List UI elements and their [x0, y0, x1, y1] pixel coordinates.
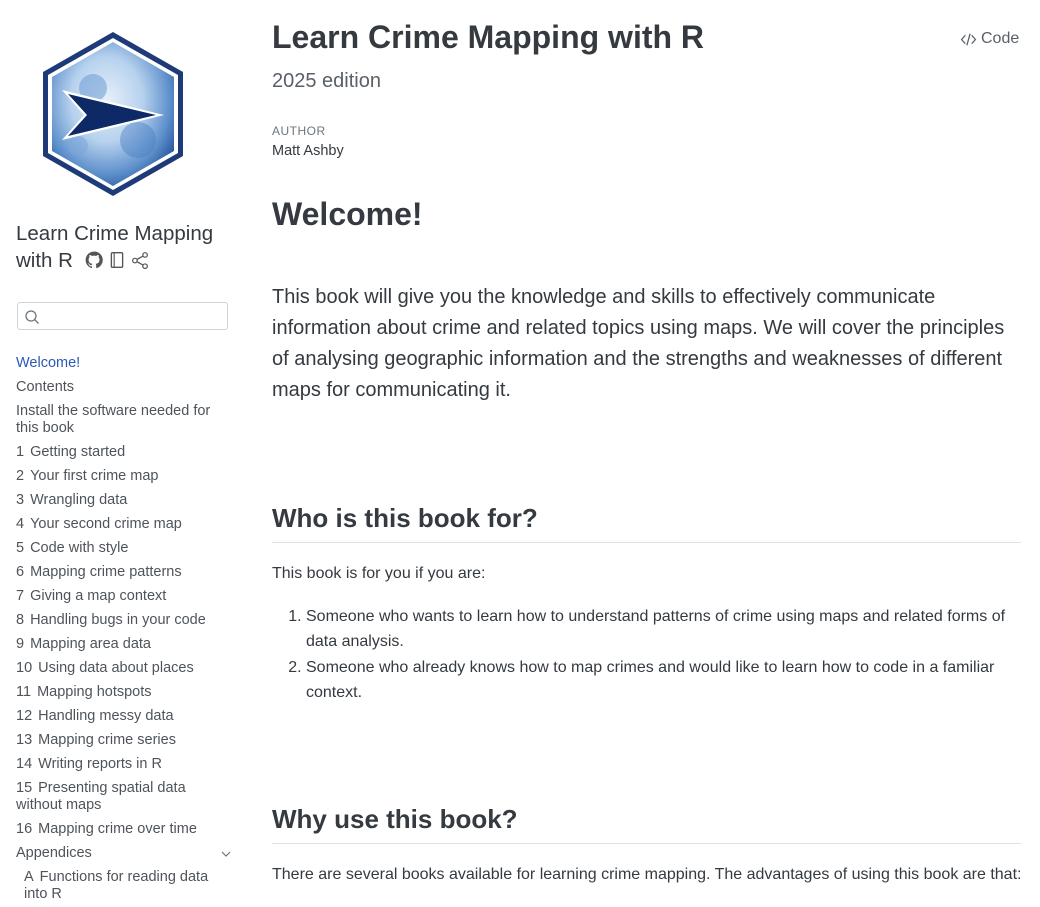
sidebar-item-number: 1	[16, 444, 25, 460]
github-icon[interactable]	[85, 251, 103, 269]
sidebar-item[interactable]: 12 Handling messy data	[16, 705, 234, 729]
lead-paragraph: This book will give you the knowledge an…	[272, 286, 1005, 401]
author-label: AUTHOR	[272, 124, 326, 138]
sidebar-item-label: Install the software needed for this boo…	[16, 403, 211, 436]
who-intro: This book is for you if you are:	[272, 565, 486, 582]
sidebar-item-number: A	[24, 869, 34, 885]
author-name: Matt Ashby	[272, 143, 344, 159]
sidebar-item-number: 3	[16, 492, 25, 508]
sidebar-item-label: Mapping crime patterns	[30, 564, 182, 580]
sidebar-item-number: 5	[16, 540, 25, 556]
who-heading[interactable]: Who is this book for?	[272, 503, 1021, 543]
sidebar-item-label: Your first crime map	[30, 468, 159, 484]
page-title: Learn Crime Mapping with R	[272, 19, 705, 55]
sidebar-item[interactable]: 11 Mapping hotspots	[16, 681, 234, 705]
sidebar-item[interactable]: 8 Handling bugs in your code	[16, 609, 234, 633]
sidebar-item[interactable]: 16 Mapping crime over time	[16, 818, 234, 842]
sidebar-item-label: Mapping area data	[30, 636, 151, 652]
sidebar-item-number: 16	[16, 821, 33, 837]
sidebar-item-number: 15	[16, 780, 33, 796]
sidebar-item-label: Writing reports in R	[38, 756, 162, 772]
sidebar-item-label: Welcome!	[16, 355, 81, 371]
code-button-label: Code	[981, 30, 1020, 47]
list-item: Someone who already knows how to map cri…	[306, 655, 1017, 705]
sidebar-item-label: Handling bugs in your code	[30, 612, 206, 628]
list-item: Someone who wants to learn how to unders…	[306, 604, 1017, 654]
code-button[interactable]: Code	[960, 30, 1019, 48]
sidebar-item[interactable]: 1 Getting started	[16, 441, 234, 465]
sidebar-item[interactable]: 14 Writing reports in R	[16, 753, 234, 777]
sidebar-item[interactable]: 5 Code with style	[16, 537, 234, 561]
search-icon	[25, 310, 39, 324]
sidebar-item-label: Mapping hotspots	[37, 684, 152, 700]
sidebar-item[interactable]: 13 Mapping crime series	[16, 729, 234, 753]
share-icon[interactable]	[131, 251, 149, 269]
sidebar-item[interactable]: 3 Wrangling data	[16, 489, 234, 513]
sidebar-item[interactable]: 10 Using data about places	[16, 657, 234, 681]
code-icon	[960, 32, 977, 46]
why-heading[interactable]: Why use this book?	[272, 804, 1021, 844]
sidebar-item[interactable]: 2 Your first crime map	[16, 465, 234, 489]
sidebar-item-number: 9	[16, 636, 25, 652]
sidebar-item-label: Getting started	[30, 444, 126, 460]
sidebar-item-number: 7	[16, 588, 25, 604]
sidebar-item[interactable]: 7 Giving a map context	[16, 585, 234, 609]
sidebar-item-label: Presenting spatial data without maps	[16, 780, 186, 813]
sidebar-item-label: Wrangling data	[30, 492, 128, 508]
sidebar-item-label: Functions for reading data into R	[24, 869, 209, 902]
page-subtitle: 2025 edition	[272, 70, 381, 92]
book-logo[interactable]	[38, 28, 188, 200]
chevron-down-icon[interactable]	[220, 848, 232, 860]
sidebar-item-label: Handling messy data	[38, 708, 174, 724]
welcome-heading: Welcome!	[272, 196, 423, 232]
sidebar-item-number: 11	[16, 684, 32, 700]
sidebar-item-label: Using data about places	[38, 660, 194, 676]
sidebar-item[interactable]: 9 Mapping area data	[16, 633, 234, 657]
sidebar-item[interactable]: 15 Presenting spatial data without maps	[16, 777, 234, 818]
sidebar-item-number: 4	[16, 516, 25, 532]
sidebar-item[interactable]: Welcome!	[16, 352, 234, 376]
sidebar-section-label: Appendices	[16, 845, 92, 861]
sidebar-item[interactable]: Contents	[16, 376, 234, 400]
sidebar-item-number: 8	[16, 612, 25, 628]
search-input[interactable]	[17, 302, 228, 330]
sidebar-section-appendices[interactable]: Appendices	[16, 842, 234, 866]
sidebar-item-label: Contents	[16, 379, 75, 395]
sidebar-item-number: 10	[16, 660, 33, 676]
sidebar-item-label: Mapping crime over time	[38, 821, 197, 837]
sidebar-item-label: Your second crime map	[30, 516, 182, 532]
sidebar-item-label: Giving a map context	[30, 588, 167, 604]
sidebar-item[interactable]: Install the software needed for this boo…	[16, 400, 234, 441]
sidebar-nav: Welcome! Contents Install the software nee…	[16, 352, 234, 907]
sidebar-item-number: 14	[16, 756, 33, 772]
sidebar-item-label: Code with style	[30, 540, 129, 556]
sidebar: Learn Crime Mapping with R Welcome!Cont	[0, 0, 246, 906]
notebook-icon[interactable]	[108, 251, 126, 269]
sidebar-item-label: Mapping crime series	[38, 732, 176, 748]
sidebar-item-appendix[interactable]: A Functions for reading data into R	[16, 866, 234, 907]
sidebar-item-number: 13	[16, 732, 33, 748]
sidebar-item-number: 6	[16, 564, 25, 580]
sidebar-item-number: 2	[16, 468, 25, 484]
sidebar-item[interactable]: 6 Mapping crime patterns	[16, 561, 234, 585]
who-list: Someone who wants to learn how to unders…	[272, 604, 1017, 706]
sidebar-title[interactable]: Learn Crime Mapping with R	[16, 220, 231, 274]
sidebar-item-number: 12	[16, 708, 33, 724]
why-intro: There are several books available for le…	[272, 866, 1022, 883]
sidebar-item[interactable]: 4 Your second crime map	[16, 513, 234, 537]
